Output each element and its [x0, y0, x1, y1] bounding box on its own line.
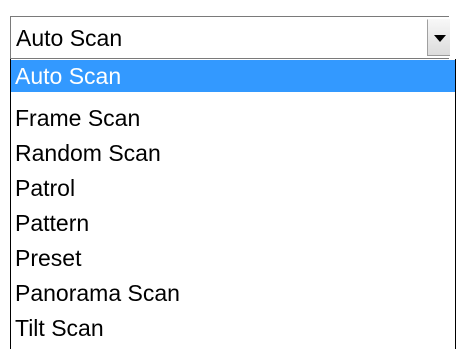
- scan-mode-select[interactable]: Auto Scan: [10, 16, 450, 59]
- option-frame-scan[interactable]: Frame Scan: [11, 102, 455, 134]
- scan-mode-selected-value: Auto Scan: [16, 25, 123, 51]
- chevron-down-icon: [434, 35, 446, 42]
- option-random-scan[interactable]: Random Scan: [11, 137, 455, 169]
- option-panorama-scan[interactable]: Panorama Scan: [11, 277, 455, 309]
- dropdown-button[interactable]: [427, 19, 450, 56]
- option-preset[interactable]: Preset: [11, 242, 455, 274]
- scan-mode-dropdown: Auto Scan Auto Scan Frame Scan Random Sc…: [0, 0, 456, 349]
- scan-mode-options-list: Auto Scan Frame Scan Random Scan Patrol …: [10, 59, 456, 349]
- option-pattern[interactable]: Pattern: [11, 207, 455, 239]
- option-patrol[interactable]: Patrol: [11, 172, 455, 204]
- option-tilt-scan[interactable]: Tilt Scan: [11, 312, 455, 344]
- option-auto-scan[interactable]: Auto Scan: [11, 60, 455, 92]
